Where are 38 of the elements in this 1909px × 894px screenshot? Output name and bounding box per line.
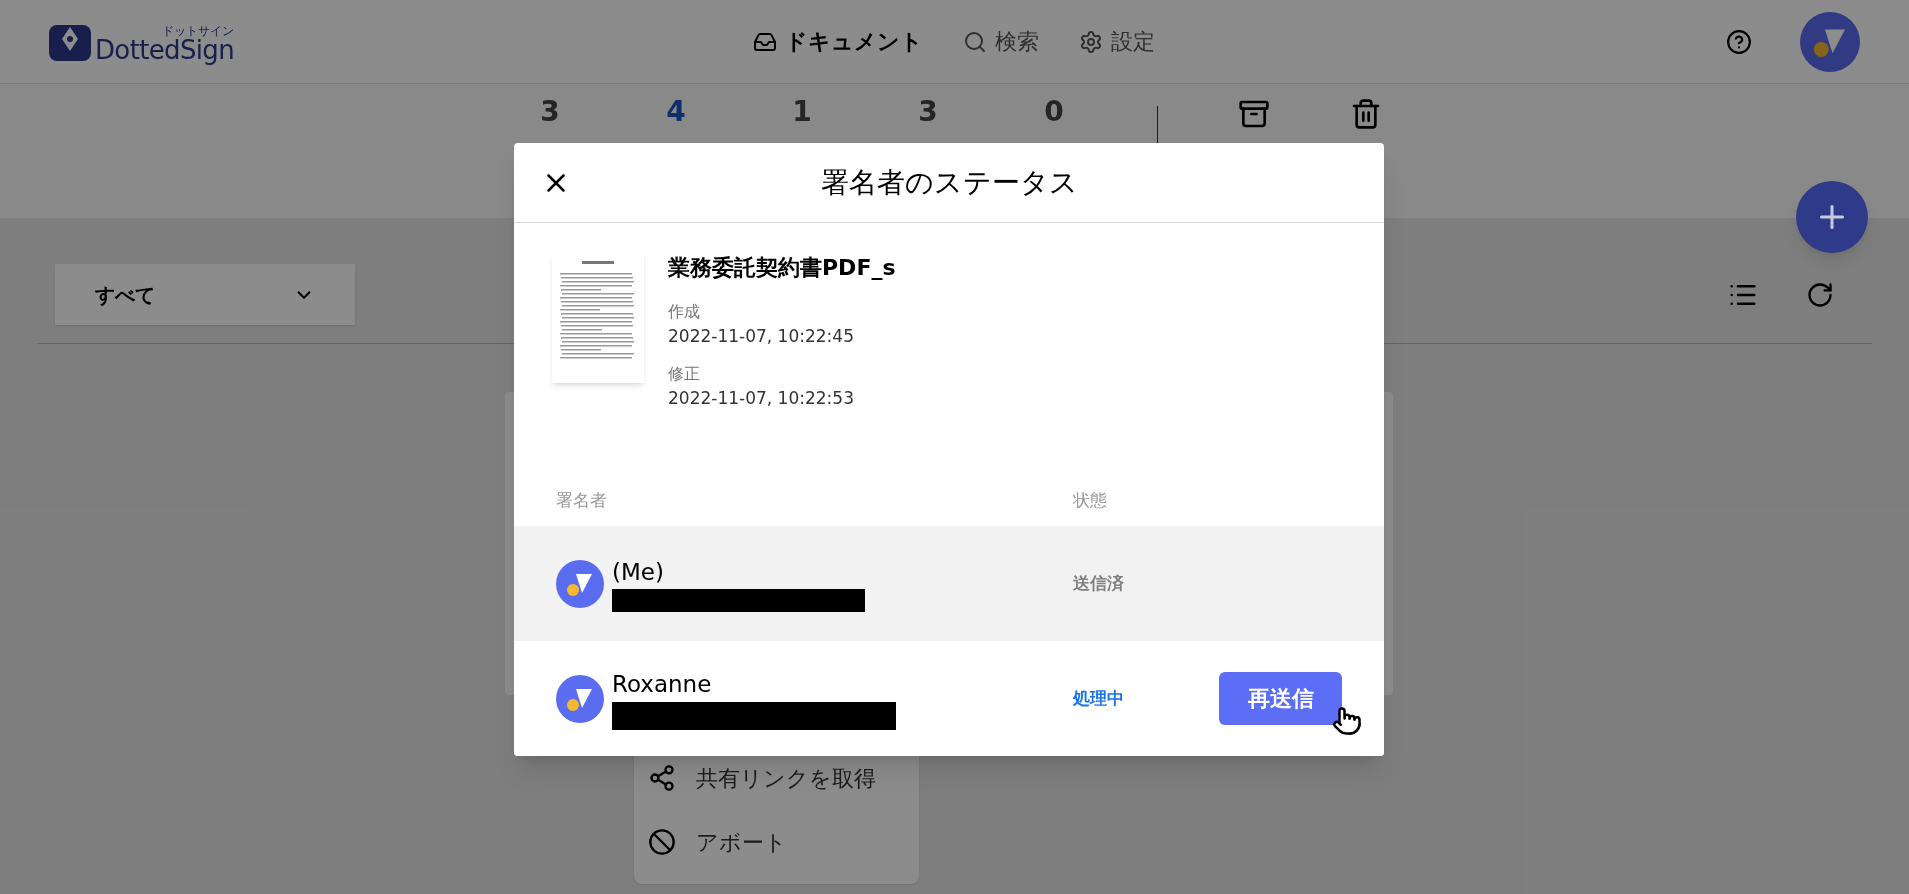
status-count-tab[interactable]: 3: [487, 98, 613, 126]
modified-label: 修正: [668, 362, 701, 385]
signer-avatar: [556, 559, 604, 608]
signer-status: 処理中: [1073, 686, 1124, 710]
hand-cursor-icon: [1332, 706, 1362, 736]
search-icon: [963, 29, 988, 54]
logo-name: DottedSign: [95, 36, 235, 63]
menu-item[interactable]: アボート: [634, 810, 919, 874]
logo-subtitle: ドットサイン: [162, 24, 235, 37]
menu-item[interactable]: 共有リンクを取得: [634, 746, 919, 810]
created-date: 2022-11-07, 10:22:45: [668, 325, 855, 348]
nav-tab[interactable]: ドキュメント: [753, 25, 924, 58]
column-header: 状態: [1073, 489, 1107, 513]
signer-avatar: [556, 674, 604, 723]
share-icon: [648, 764, 676, 792]
signer-name: (Me): [612, 557, 665, 587]
signer-status: 送信済: [1073, 571, 1124, 595]
nav-tab[interactable]: 検索: [963, 25, 1040, 58]
refresh-icon[interactable]: [1806, 280, 1834, 309]
created-label: 作成: [668, 301, 701, 323]
help-icon[interactable]: [1726, 28, 1752, 55]
modified-date: 2022-11-07, 10:22:53: [668, 386, 855, 410]
status-count-tab[interactable]: 0: [991, 98, 1117, 126]
status-count-tab[interactable]: 4: [613, 98, 739, 126]
filter-dropdown[interactable]: すべて: [55, 264, 355, 325]
settings-icon: [1079, 29, 1104, 54]
nav-tab[interactable]: 設定: [1079, 25, 1156, 58]
status-count-tab[interactable]: 1: [739, 98, 865, 126]
prohibited-icon: [648, 828, 676, 856]
trash-icon[interactable]: [1350, 98, 1382, 130]
dialog-title: 署名者のステータス: [820, 164, 1078, 201]
status-count-tab[interactable]: 3: [865, 98, 991, 126]
document-name: 業務委託契約書PDF_s: [668, 254, 896, 282]
user-avatar: [1800, 11, 1860, 72]
archive-icon[interactable]: [1238, 98, 1270, 130]
resend-button[interactable]: 再送信: [1219, 672, 1342, 725]
column-header: 署名者: [556, 489, 608, 513]
signer-name: Roxanne: [612, 670, 713, 700]
